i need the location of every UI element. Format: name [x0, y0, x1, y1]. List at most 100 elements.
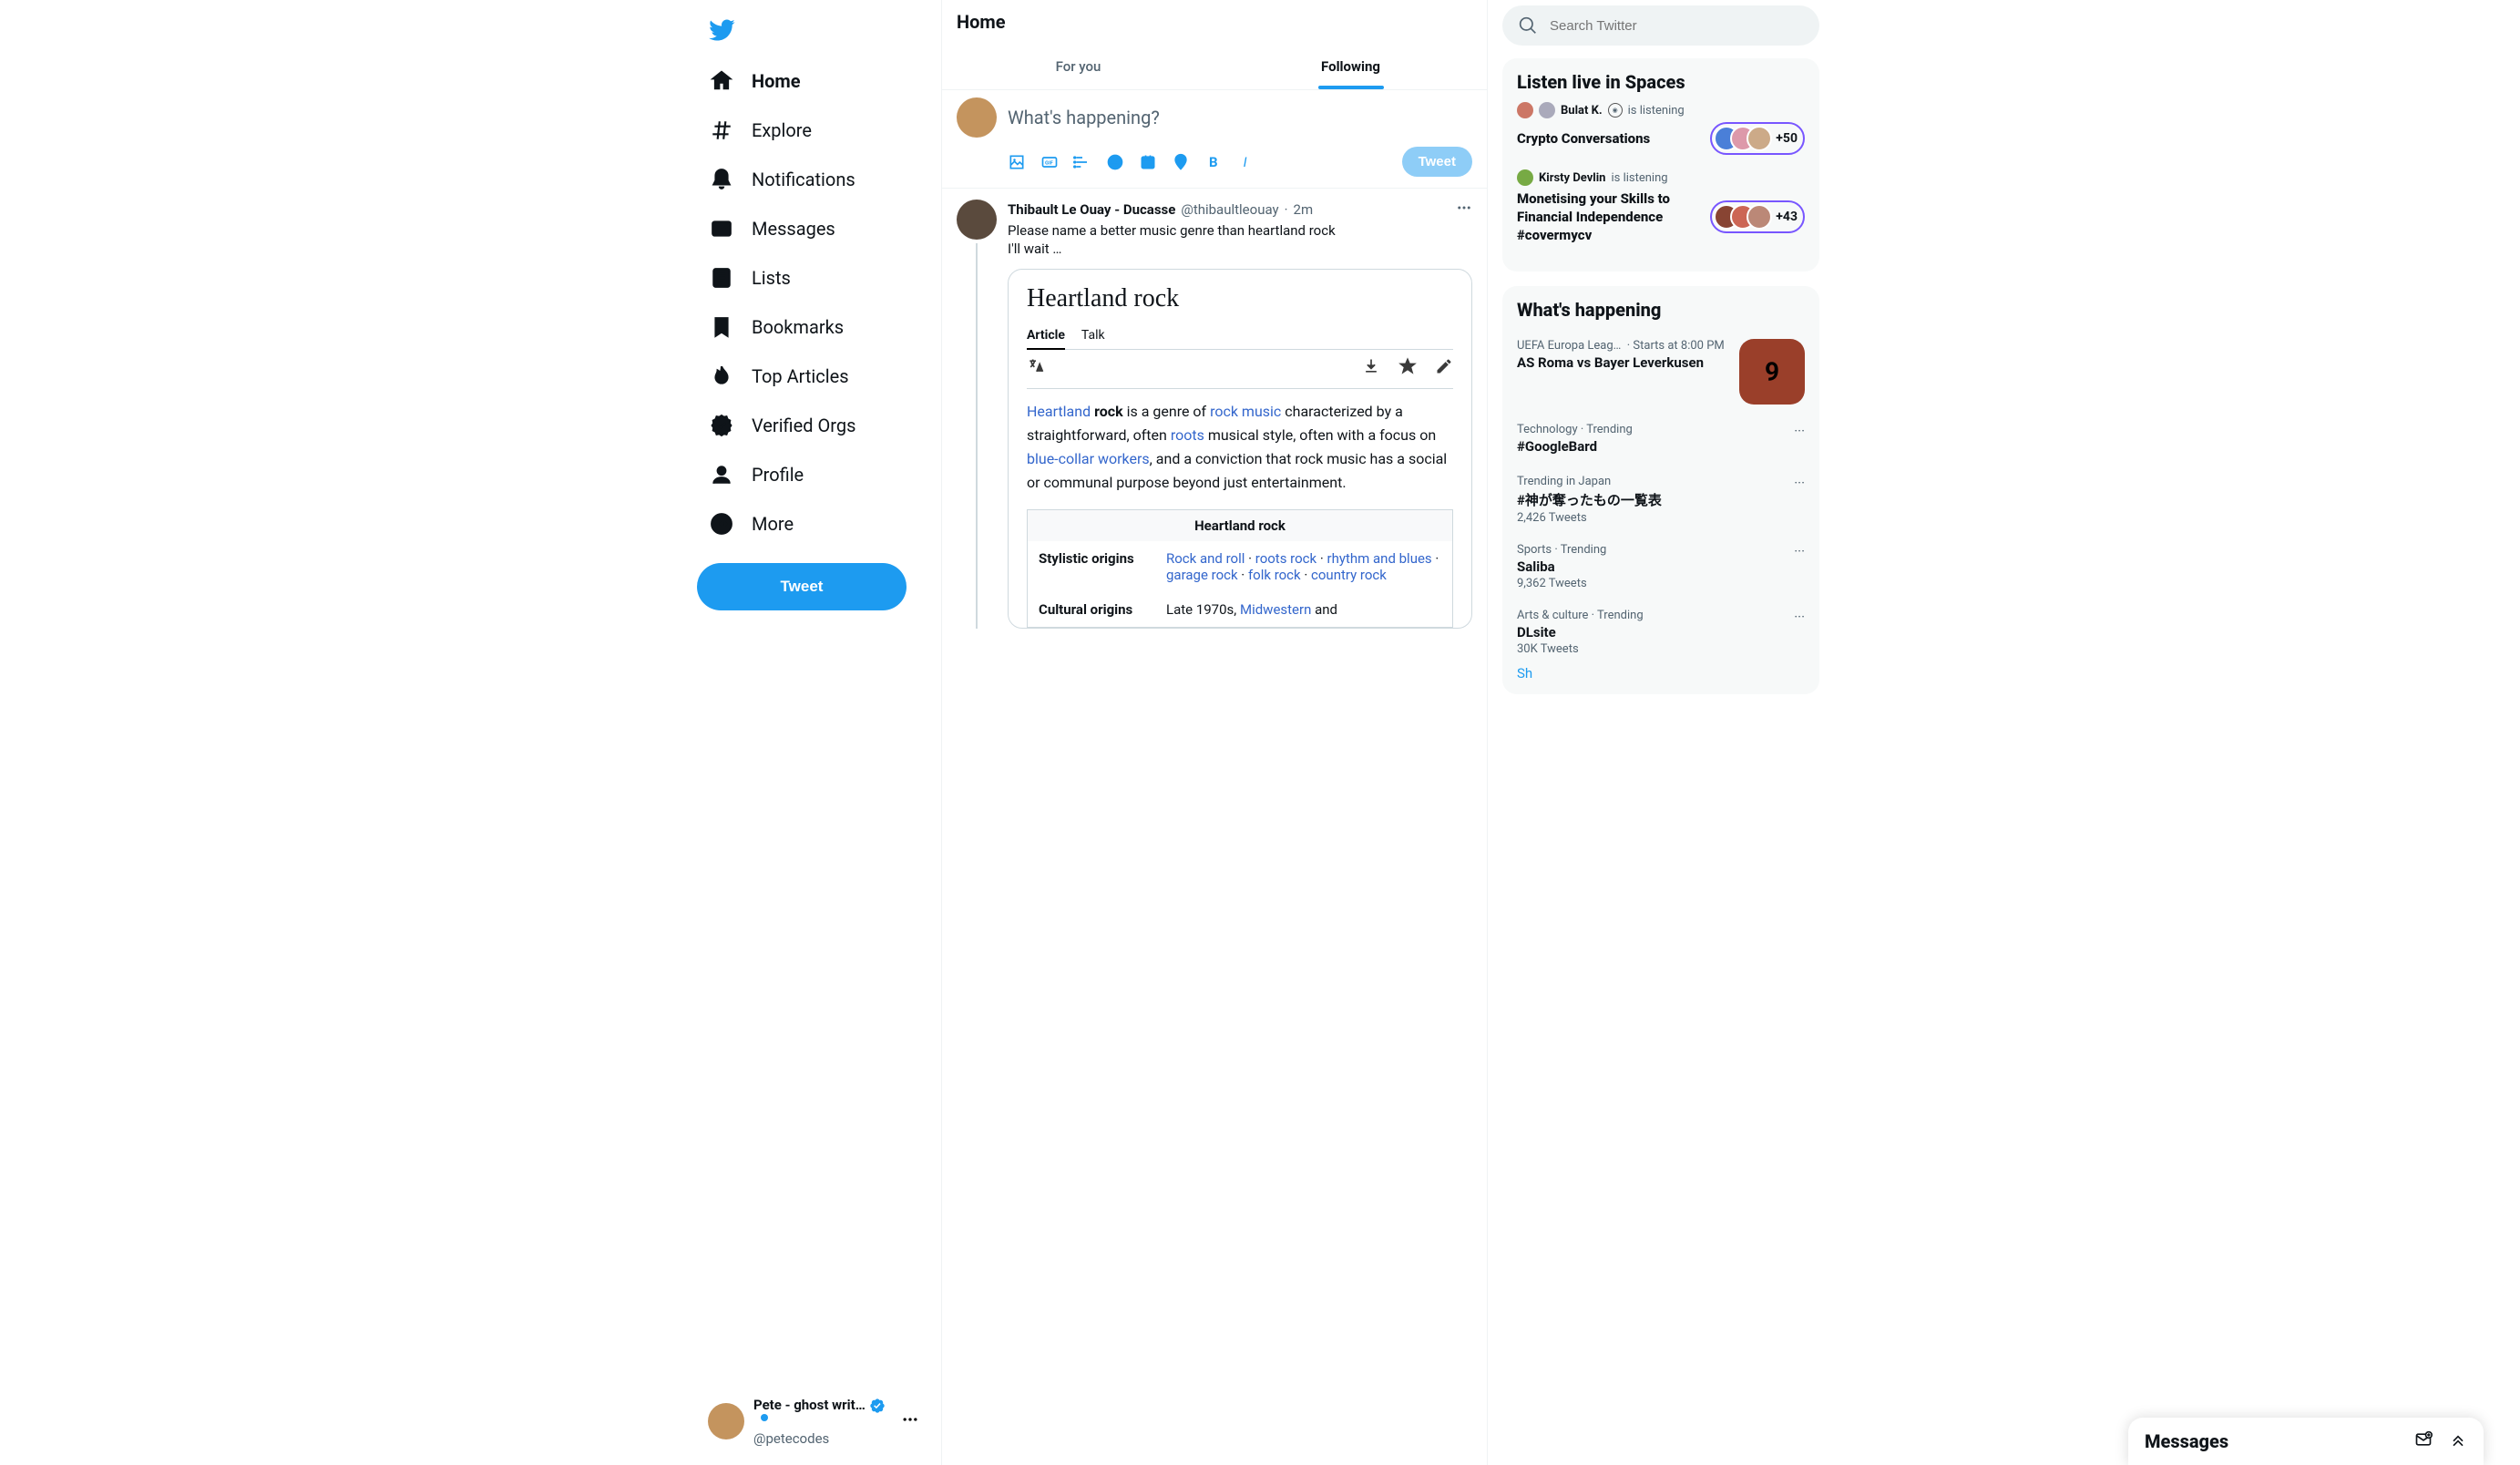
more-icon[interactable]: ···: [1794, 475, 1805, 491]
trend-topic[interactable]: UEFA Europa Leag… · Starts at 8:00 PM AS…: [1517, 330, 1805, 414]
infobox: Heartland rock Stylistic origins Rock an…: [1027, 509, 1453, 628]
verified-badge-icon: [869, 1398, 886, 1414]
avatar: [1517, 102, 1533, 118]
svg-text:I: I: [1244, 154, 1247, 170]
svg-text:GIF: GIF: [1045, 160, 1054, 166]
nav-label: Bookmarks: [752, 316, 844, 338]
nav-more[interactable]: More: [697, 499, 930, 548]
flame-icon: [710, 364, 733, 388]
nav-lists[interactable]: Lists: [697, 253, 930, 302]
right-column: Listen live in Spaces Bulat K. ◉ is list…: [1488, 0, 1834, 1465]
nav-bookmarks[interactable]: Bookmarks: [697, 302, 930, 352]
show-more-link[interactable]: Sh: [1517, 665, 1805, 681]
person-icon: [710, 463, 733, 487]
sidebar: Home Explore Notifications Messages List…: [686, 0, 941, 1465]
more-icon: [901, 1410, 919, 1432]
space-item[interactable]: Bulat K. ◉ is listening Crypto Conversat…: [1517, 102, 1805, 155]
avatar[interactable]: [957, 200, 997, 240]
messages-drawer[interactable]: Messages: [2128, 1418, 2484, 1465]
twitter-logo[interactable]: [697, 7, 930, 56]
notification-dot-icon: [761, 1414, 768, 1421]
space-title: Monetising your Skills to Financial Inde…: [1517, 190, 1699, 244]
gif-icon[interactable]: GIF: [1040, 153, 1059, 171]
wiki-tab-article[interactable]: Article: [1027, 323, 1065, 350]
nav-home[interactable]: Home: [697, 56, 930, 106]
poll-icon[interactable]: [1073, 153, 1091, 171]
hash-icon: [710, 118, 733, 142]
more-circle-icon: [710, 512, 733, 536]
more-icon[interactable]: ···: [1794, 423, 1805, 439]
more-icon[interactable]: [1456, 200, 1472, 220]
trend-item[interactable]: Technology · Trending #GoogleBard ···: [1517, 414, 1805, 466]
happening-panel: What's happening UEFA Europa Leag… · Sta…: [1502, 286, 1819, 694]
avatar: [1539, 102, 1555, 118]
nav-label: Verified Orgs: [752, 415, 855, 436]
mail-icon: [710, 217, 733, 241]
italic-icon[interactable]: I: [1237, 153, 1255, 171]
main-column: Home For you Following What's happening?…: [941, 0, 1488, 1465]
send-tweet-button[interactable]: Tweet: [1402, 147, 1472, 177]
space-item[interactable]: Kirsty Devlin is listening Monetising yo…: [1517, 169, 1805, 244]
embedded-card[interactable]: Heartland rock Article Talk: [1008, 269, 1472, 629]
nav-explore[interactable]: Explore: [697, 106, 930, 155]
profile-switcher[interactable]: Pete - ghost writ… @petecodes: [697, 1386, 930, 1458]
avatar: [1517, 169, 1533, 186]
trend-item[interactable]: Sports · Trending Saliba 9,362 Tweets ··…: [1517, 534, 1805, 599]
wiki-tab-talk[interactable]: Talk: [1081, 323, 1105, 349]
nav-top-articles[interactable]: Top Articles: [697, 352, 930, 401]
author-name[interactable]: Thibault Le Ouay - Ducasse: [1008, 201, 1175, 218]
home-icon: [710, 69, 733, 93]
trend-item[interactable]: Arts & culture · Trending DLsite 30K Twe…: [1517, 599, 1805, 665]
more-icon[interactable]: ···: [1794, 543, 1805, 559]
event-thumbnail: 9: [1739, 339, 1805, 405]
compose-input[interactable]: What's happening?: [1008, 97, 1472, 147]
bookmark-icon: [710, 315, 733, 339]
search-box[interactable]: [1502, 5, 1819, 46]
star-icon[interactable]: [1398, 357, 1417, 379]
bold-icon[interactable]: B: [1204, 153, 1223, 171]
new-message-icon[interactable]: [2414, 1430, 2433, 1452]
more-icon[interactable]: ···: [1794, 609, 1805, 625]
nav-verified-orgs[interactable]: Verified Orgs: [697, 401, 930, 450]
handle: @petecodes: [753, 1430, 892, 1447]
expand-icon[interactable]: [2449, 1430, 2467, 1452]
page-title: Home: [942, 0, 1487, 44]
panel-heading: Listen live in Spaces: [1517, 71, 1805, 93]
nav-label: Lists: [752, 267, 791, 289]
nav-label: Explore: [752, 119, 812, 141]
nav-label: More: [752, 513, 794, 535]
edit-icon[interactable]: [1435, 357, 1453, 379]
display-name: Pete - ghost writ…: [753, 1397, 866, 1413]
avatar[interactable]: [957, 97, 997, 138]
location-icon[interactable]: [1172, 153, 1190, 171]
tab-following[interactable]: Following: [1214, 44, 1487, 89]
nav-label: Messages: [752, 218, 835, 240]
list-icon: [710, 266, 733, 290]
nav-messages[interactable]: Messages: [697, 204, 930, 253]
drawer-title: Messages: [2145, 1430, 2228, 1452]
download-icon[interactable]: [1362, 357, 1380, 379]
emoji-icon[interactable]: [1106, 153, 1124, 171]
timestamp[interactable]: 2m: [1294, 201, 1314, 218]
nav-profile[interactable]: Profile: [697, 450, 930, 499]
author-handle[interactable]: @thibaultleouay: [1181, 201, 1278, 218]
avatar: [708, 1403, 744, 1439]
schedule-icon[interactable]: [1139, 153, 1157, 171]
search-input[interactable]: [1550, 18, 1803, 34]
thread-line: [976, 243, 978, 629]
wiki-paragraph: Heartland rock is a genre of rock music …: [1027, 400, 1453, 495]
spaces-panel: Listen live in Spaces Bulat K. ◉ is list…: [1502, 58, 1819, 271]
tweet-button[interactable]: Tweet: [697, 563, 907, 610]
language-icon[interactable]: [1027, 357, 1045, 379]
image-icon[interactable]: [1008, 153, 1026, 171]
tweet-post: Thibault Le Ouay - Ducasse @thibaultleou…: [942, 189, 1487, 640]
trend-item[interactable]: Trending in Japan #神が奪ったもの一覧表 2,426 Twee…: [1517, 466, 1805, 534]
space-title: Crypto Conversations: [1517, 129, 1650, 148]
tab-for-you[interactable]: For you: [942, 44, 1214, 89]
search-icon: [1519, 16, 1537, 35]
svg-text:B: B: [1209, 154, 1218, 170]
nav-label: Home: [752, 70, 801, 92]
nav-notifications[interactable]: Notifications: [697, 155, 930, 204]
tweet-text: Please name a better music genre than he…: [1008, 221, 1472, 258]
card-title: Heartland rock: [1027, 284, 1453, 313]
